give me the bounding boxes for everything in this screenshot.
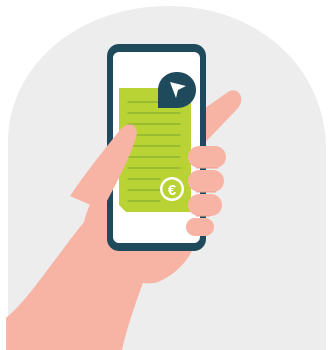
phone-notch: [140, 46, 172, 51]
euro-icon: €: [160, 177, 184, 201]
hand-holding-phone-illustration: €: [6, 6, 326, 350]
navigation-arrow-icon: [158, 72, 196, 108]
svg-text:€: €: [168, 182, 177, 199]
